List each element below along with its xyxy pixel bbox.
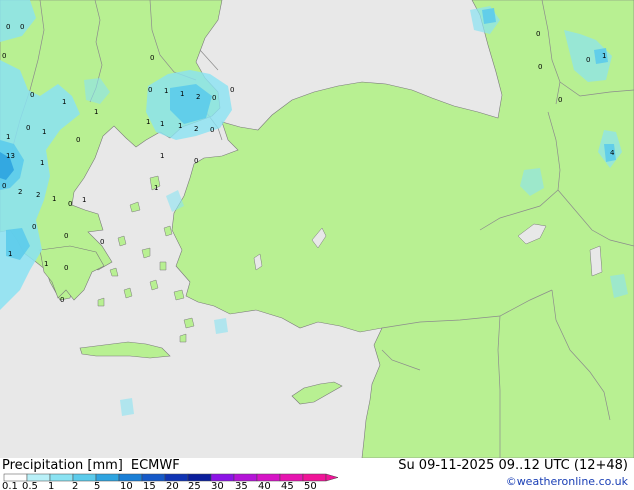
map-footer: Precipitation [mm] ECMWF Su 09-11-2025 09… xyxy=(0,458,634,490)
point-value: 0 xyxy=(148,86,152,94)
point-value: 1 xyxy=(8,250,12,258)
point-value: 1 xyxy=(40,159,44,167)
scale-tick-label: 20 xyxy=(166,481,179,490)
point-value: 1 xyxy=(180,90,184,98)
point-value: 2 xyxy=(36,191,40,199)
point-value: 0 xyxy=(558,96,562,104)
point-value: 1 xyxy=(52,195,56,203)
scale-swatch xyxy=(49,473,74,482)
credit-link[interactable]: ©weatheronline.co.uk xyxy=(506,475,628,488)
point-value: 1 xyxy=(160,120,164,128)
scale-tick-label: 40 xyxy=(258,481,271,490)
point-value: 1 xyxy=(178,122,182,130)
point-value: 0 xyxy=(150,54,154,62)
point-value: 0 xyxy=(64,264,68,272)
scale-swatch xyxy=(3,473,28,482)
scale-swatch xyxy=(187,473,212,482)
point-value: 2 xyxy=(194,125,198,133)
point-value: 0 xyxy=(536,30,540,38)
point-value: 0 xyxy=(30,91,34,99)
model-name: ECMWF xyxy=(130,458,180,473)
scale-tick-label: 25 xyxy=(188,481,201,490)
point-value: 4 xyxy=(610,149,615,157)
scale-tick-label: 1 xyxy=(48,481,54,490)
scale-arrow xyxy=(325,473,339,482)
scale-tick-label: 50 xyxy=(304,481,317,490)
scale-tick-label: 2 xyxy=(72,481,78,490)
point-value: 1 xyxy=(82,196,86,204)
point-value: 0 xyxy=(20,23,24,31)
scale-tick-label: 0.5 xyxy=(22,481,38,490)
point-value: 1 xyxy=(42,128,46,136)
point-value: 0 xyxy=(68,200,72,208)
scale-tick-label: 30 xyxy=(211,481,224,490)
scale-swatch xyxy=(256,473,281,482)
point-value: 2 xyxy=(196,93,200,101)
map-canvas: 0 0 0 0 0 1 0 1 0 1 2 0 1 1 1 2 0 0 1 1 1 0 13 1 0 2 2 1 0 1 0 0 1 1 0 0 0 1 1… xyxy=(0,0,634,458)
point-value: 1 xyxy=(6,133,10,141)
scale-swatch xyxy=(210,473,235,482)
point-value: 1 xyxy=(602,52,606,60)
scale-tick-label: 45 xyxy=(281,481,294,490)
scale-swatch xyxy=(72,473,97,482)
scale-tick-label: 0.1 xyxy=(2,481,18,490)
point-value: 0 xyxy=(2,52,6,60)
scale-tick-label: 5 xyxy=(94,481,100,490)
scale-tick-label: 35 xyxy=(235,481,248,490)
point-value: 1 xyxy=(164,87,168,95)
title-text: Precipitation [mm] xyxy=(2,458,123,473)
scale-swatch xyxy=(26,473,51,482)
point-value: 0 xyxy=(212,94,216,102)
scale-swatch xyxy=(118,473,143,482)
point-value: 1 xyxy=(94,108,98,116)
point-value: 0 xyxy=(194,157,198,165)
scale-swatch xyxy=(233,473,258,482)
point-value: 0 xyxy=(100,238,104,246)
map-title: Precipitation [mm] ECMWF xyxy=(2,458,180,473)
point-value: 0 xyxy=(230,86,234,94)
point-value: 0 xyxy=(2,182,6,190)
point-value: 1 xyxy=(62,98,66,106)
point-value: 1 xyxy=(154,184,158,192)
scale-swatch xyxy=(141,473,166,482)
point-value: 0 xyxy=(6,23,10,31)
valid-time: Su 09-11-2025 09..12 UTC (12+48) xyxy=(398,458,628,473)
point-value: 0 xyxy=(538,63,542,71)
point-value: 0 xyxy=(76,136,80,144)
point-value: 0 xyxy=(26,124,30,132)
point-value: 1 xyxy=(44,260,48,268)
point-value: 13 xyxy=(6,152,15,160)
scale-swatch xyxy=(302,473,327,482)
scale-swatch xyxy=(279,473,304,482)
point-value: 0 xyxy=(32,223,36,231)
scale-swatch xyxy=(164,473,189,482)
point-value: 0 xyxy=(210,126,214,134)
scale-tick-label: 10 xyxy=(120,481,133,490)
point-value: 0 xyxy=(586,56,590,64)
point-value: 0 xyxy=(60,296,64,304)
color-scale: 0.1 0.5 1 2 5 10 15 20 25 30 35 40 45 50 xyxy=(2,473,339,490)
point-value: 0 xyxy=(64,232,68,240)
scale-tick-label: 15 xyxy=(143,481,156,490)
precipitation-map: 0 0 0 0 0 1 0 1 0 1 2 0 1 1 1 2 0 0 1 1 1 0 13 1 0 2 2 1 0 1 0 0 1 1 0 0 0 1 1… xyxy=(0,0,634,458)
point-value: 2 xyxy=(18,188,22,196)
scale-swatch xyxy=(95,473,120,482)
point-value: 1 xyxy=(146,118,150,126)
point-value: 1 xyxy=(160,152,164,160)
